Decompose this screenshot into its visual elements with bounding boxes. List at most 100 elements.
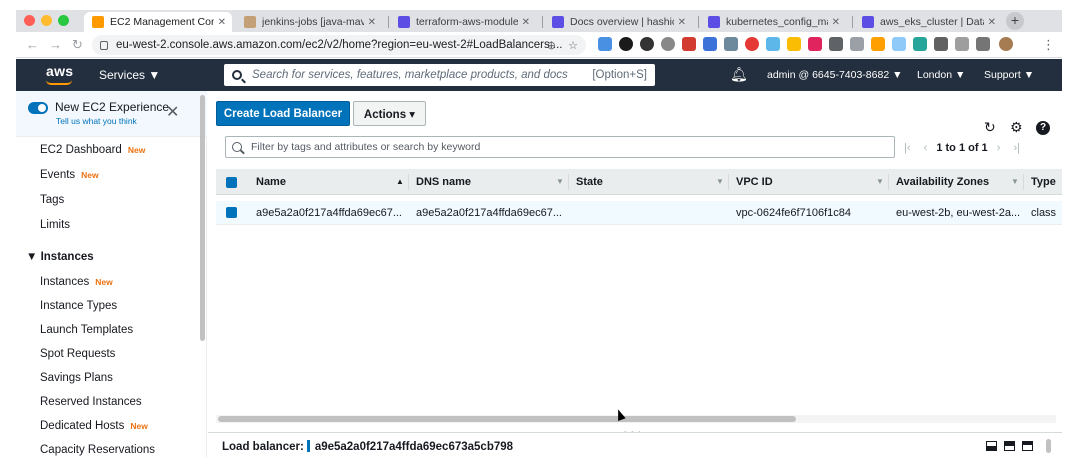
scrollbar-thumb[interactable] xyxy=(218,416,796,422)
extension-clock-icon[interactable] xyxy=(619,37,633,51)
bookmark-star-icon[interactable]: ☆ xyxy=(568,39,578,52)
tab-close-icon[interactable]: ✕ xyxy=(218,17,226,28)
layout-top-icon[interactable] xyxy=(1022,441,1033,451)
horizontal-scrollbar[interactable] xyxy=(216,415,1056,423)
extension-profile-icon[interactable] xyxy=(661,37,675,51)
extension-folder-icon[interactable] xyxy=(871,37,885,51)
tab-close-icon[interactable]: ✕ xyxy=(988,17,996,28)
maximize-window-button[interactable] xyxy=(58,15,69,26)
aws-search-input[interactable]: Search for services, features, marketpla… xyxy=(224,64,655,86)
column-header-type[interactable]: Type xyxy=(1031,176,1056,188)
extension-pocket-icon[interactable] xyxy=(808,37,822,51)
browser-menu-icon[interactable]: ⋮ xyxy=(1042,37,1055,53)
sidebar-item-reserved-instances[interactable]: Reserved Instances xyxy=(40,396,142,408)
sidebar-item-launch-templates[interactable]: Launch Templates xyxy=(40,324,133,336)
extension-n-icon[interactable] xyxy=(598,37,612,51)
tab-close-icon[interactable]: ✕ xyxy=(678,17,686,28)
column-divider[interactable] xyxy=(408,174,409,190)
aws-logo[interactable]: aws xyxy=(46,63,73,79)
back-icon[interactable]: ← xyxy=(26,37,39,52)
last-page-icon[interactable]: ›| xyxy=(1013,142,1020,154)
url-bar[interactable]: eu-west-2.console.aws.amazon.com/ec2/v2/… xyxy=(92,35,586,55)
filter-input[interactable]: Filter by tags and attributes or search … xyxy=(225,136,895,158)
sidebar-item-savings-plans[interactable]: Savings Plans xyxy=(40,372,113,384)
account-menu[interactable]: admin @ 6645-7403-8682 ▼ xyxy=(767,69,902,81)
browser-tab[interactable]: EC2 Management Console ✕ xyxy=(84,12,232,32)
next-page-icon[interactable]: › xyxy=(997,142,1001,154)
column-divider[interactable] xyxy=(888,174,889,190)
gear-icon[interactable]: ⚙ xyxy=(1010,119,1023,136)
column-header-state[interactable]: State xyxy=(576,176,603,188)
sort-icon[interactable]: ▼ xyxy=(1011,177,1019,186)
minimize-window-button[interactable] xyxy=(41,15,52,26)
feedback-link[interactable]: Tell us what you think xyxy=(56,116,137,126)
row-checkbox[interactable] xyxy=(226,207,237,218)
extension-mail-icon[interactable] xyxy=(682,37,696,51)
column-divider[interactable] xyxy=(1023,174,1024,190)
extension-calendar-icon[interactable] xyxy=(703,37,717,51)
details-scrollbar[interactable] xyxy=(1046,439,1051,453)
browser-tab[interactable]: Docs overview | hashicorp ✕ xyxy=(544,12,692,32)
sort-icon[interactable]: ▼ xyxy=(556,177,564,186)
sort-ascending-icon[interactable]: ▲ xyxy=(396,177,404,186)
sidebar-item-ec2-dashboard[interactable]: EC2 Dashboard New xyxy=(40,144,145,156)
sidebar-scrollbar[interactable] xyxy=(200,95,205,341)
close-window-button[interactable] xyxy=(24,15,35,26)
sidebar-item-instance-types[interactable]: Instance Types xyxy=(40,300,117,312)
table-row[interactable]: a9e5a2a0f217a4ffda69ec67... a9e5a2a0f217… xyxy=(216,201,1062,225)
sidebar-item-events[interactable]: Events New xyxy=(40,169,99,181)
help-icon[interactable]: ? xyxy=(1036,121,1050,135)
column-header-vpc[interactable]: VPC ID xyxy=(736,176,773,188)
column-header-az[interactable]: Availability Zones xyxy=(896,176,989,188)
tab-close-icon[interactable]: ✕ xyxy=(522,17,530,28)
extension-45-icon[interactable] xyxy=(640,37,654,51)
column-divider[interactable] xyxy=(728,174,729,190)
extension-bookmark-icon[interactable] xyxy=(829,37,843,51)
sidebar-item-spot-requests[interactable]: Spot Requests xyxy=(40,348,115,360)
browser-tab[interactable]: terraform-aws-modules/e ✕ xyxy=(390,12,536,32)
extensions-puzzle-icon[interactable] xyxy=(976,37,990,51)
select-all-checkbox[interactable] xyxy=(226,177,237,188)
column-header-name[interactable]: Name xyxy=(256,176,286,188)
support-menu[interactable]: Support ▼ xyxy=(984,69,1034,81)
browser-tab[interactable]: aws_eks_cluster | Data So ✕ xyxy=(854,12,1002,32)
sidebar-item-capacity-reservations[interactable]: Capacity Reservations xyxy=(40,444,155,456)
sidebar-item-instances[interactable]: Instances New xyxy=(40,276,113,288)
sidebar-item-limits[interactable]: Limits xyxy=(40,219,70,231)
extension-grid-icon[interactable] xyxy=(934,37,948,51)
extension-s-icon[interactable] xyxy=(724,37,738,51)
sort-icon[interactable]: ▼ xyxy=(716,177,724,186)
extension-shield-icon[interactable] xyxy=(745,37,759,51)
extension-c-icon[interactable] xyxy=(955,37,969,51)
first-page-icon[interactable]: |‹ xyxy=(904,142,911,154)
sort-icon[interactable]: ▼ xyxy=(876,177,884,186)
profile-avatar[interactable] xyxy=(999,37,1013,51)
prev-page-icon[interactable]: ‹ xyxy=(924,142,928,154)
notifications-bell-icon[interactable]: 🔔︎ xyxy=(730,66,748,83)
reload-icon[interactable]: ↻ xyxy=(72,37,83,53)
column-divider[interactable] xyxy=(568,174,569,190)
sidebar-item-tags[interactable]: Tags xyxy=(40,194,64,206)
browser-tab[interactable]: kubernetes_config_map | ✕ xyxy=(700,12,846,32)
browser-tab[interactable]: jenkins-jobs [java-maven- ✕ xyxy=(236,12,382,32)
services-menu[interactable]: Services ▼ xyxy=(99,68,160,82)
tab-close-icon[interactable]: ✕ xyxy=(368,17,376,28)
close-icon[interactable]: ✕ xyxy=(166,102,179,122)
region-menu[interactable]: London ▼ xyxy=(917,69,965,81)
sidebar-item-dedicated-hosts[interactable]: Dedicated Hosts New xyxy=(40,420,148,432)
column-header-dns[interactable]: DNS name xyxy=(416,176,471,188)
new-experience-toggle[interactable] xyxy=(28,102,48,114)
extension-drive-icon[interactable] xyxy=(787,37,801,51)
tab-close-icon[interactable]: ✕ xyxy=(832,17,840,28)
forward-icon[interactable]: → xyxy=(49,37,62,52)
extension-react-icon[interactable] xyxy=(766,37,780,51)
actions-dropdown-button[interactable]: Actions ▾ xyxy=(353,101,426,126)
create-load-balancer-button[interactable]: Create Load Balancer xyxy=(216,101,350,126)
new-tab-button[interactable]: + xyxy=(1006,12,1024,30)
refresh-icon[interactable]: ↻ xyxy=(984,119,996,136)
extension-cloud-icon[interactable] xyxy=(892,37,906,51)
extension-m-icon[interactable] xyxy=(913,37,927,51)
zoom-icon[interactable]: ⊕ xyxy=(547,39,556,52)
layout-split-icon[interactable] xyxy=(1004,441,1015,451)
sidebar-section-instances[interactable]: ▼ Instances xyxy=(26,251,94,263)
